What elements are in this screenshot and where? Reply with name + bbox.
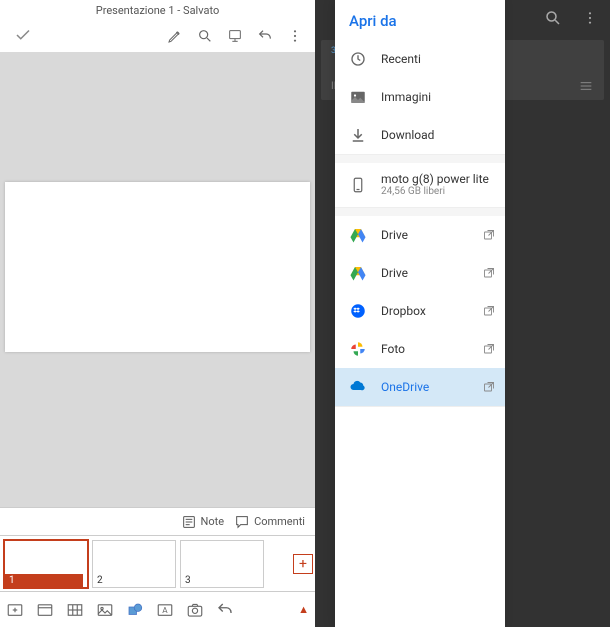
slide-canvas[interactable] [5,182,310,352]
menu-drive-1[interactable]: Drive [335,216,505,254]
bottom-toolbar: A ▲ [0,591,315,627]
menu-label: Recenti [381,52,491,66]
slide-thumbnails: 1 2 3 + [0,535,315,591]
expand-up-icon[interactable]: ▲ [298,603,309,616]
menu-download[interactable]: Download [335,116,505,154]
comments-label: Commenti [254,515,305,528]
search-icon[interactable] [544,7,562,27]
google-photos-icon [349,340,367,358]
menu-recent[interactable]: Recenti [335,40,505,78]
new-slide-icon[interactable] [6,600,24,620]
slide-canvas-area [0,52,315,507]
menu-drive-2[interactable]: Drive [335,254,505,292]
device-name: moto g(8) power lite [381,172,489,186]
more-vertical-icon[interactable] [287,26,303,45]
app-toolbar [8,19,307,51]
document-title: Presentazione 1 - Salvato [8,4,307,17]
menu-onedrive[interactable]: OneDrive [335,368,505,406]
menu-label: Immagini [381,90,491,104]
dropbox-icon [349,302,367,320]
more-vertical-icon[interactable] [582,8,598,27]
download-icon [349,126,367,144]
clock-icon [349,50,367,68]
undo-icon-bottom[interactable] [216,600,234,620]
svg-text:A: A [162,606,168,616]
textbox-icon[interactable]: A [156,600,174,620]
open-from-panel: Apri da Recenti Immagini Download moto g… [335,0,505,627]
camera-icon[interactable] [186,600,204,620]
menu-label: Drive [381,228,491,242]
pen-icon[interactable] [167,26,183,45]
app-header: Presentazione 1 - Salvato [0,0,315,52]
notes-button[interactable]: Note [181,514,225,530]
menu-device[interactable]: moto g(8) power lite 24,56 GB liberi [335,163,505,207]
add-slide-button[interactable]: + [293,554,313,574]
image-icon [349,88,367,106]
slide-thumb-1[interactable]: 1 [4,540,88,588]
drive-icon [349,226,367,244]
undo-icon[interactable] [257,26,273,45]
table-icon[interactable] [66,600,84,620]
external-link-icon [483,343,495,355]
layout-icon[interactable] [36,600,54,620]
image-icon[interactable] [96,600,114,620]
done-check-icon[interactable] [8,26,38,44]
device-storage: 24,56 GB liberi [381,186,489,198]
drive-icon [349,264,367,282]
menu-label: Foto [381,342,491,356]
menu-images[interactable]: Immagini [335,78,505,116]
powerpoint-app: Presentazione 1 - Salvato Note Commenti [0,0,315,627]
slide-thumb-2[interactable]: 2 [92,540,176,588]
menu-label: Download [381,128,491,142]
panel-title: Apri da [335,0,505,40]
external-link-icon [483,381,495,393]
menu-dropbox[interactable]: Dropbox [335,292,505,330]
menu-foto[interactable]: Foto [335,330,505,368]
slide-thumb-3[interactable]: 3 [180,540,264,588]
comments-button[interactable]: Commenti [234,514,305,530]
present-icon[interactable] [227,26,243,45]
list-icon [578,78,594,94]
phone-icon [349,176,367,194]
external-link-icon [483,229,495,241]
notes-bar: Note Commenti [0,507,315,535]
menu-label: Drive [381,266,491,280]
external-link-icon [483,267,495,279]
menu-label: OneDrive [381,380,491,394]
external-link-icon [483,305,495,317]
onedrive-icon [349,378,367,396]
search-icon[interactable] [197,26,213,45]
menu-label: Dropbox [381,304,491,318]
notes-label: Note [201,515,225,528]
shapes-icon[interactable] [126,600,144,620]
